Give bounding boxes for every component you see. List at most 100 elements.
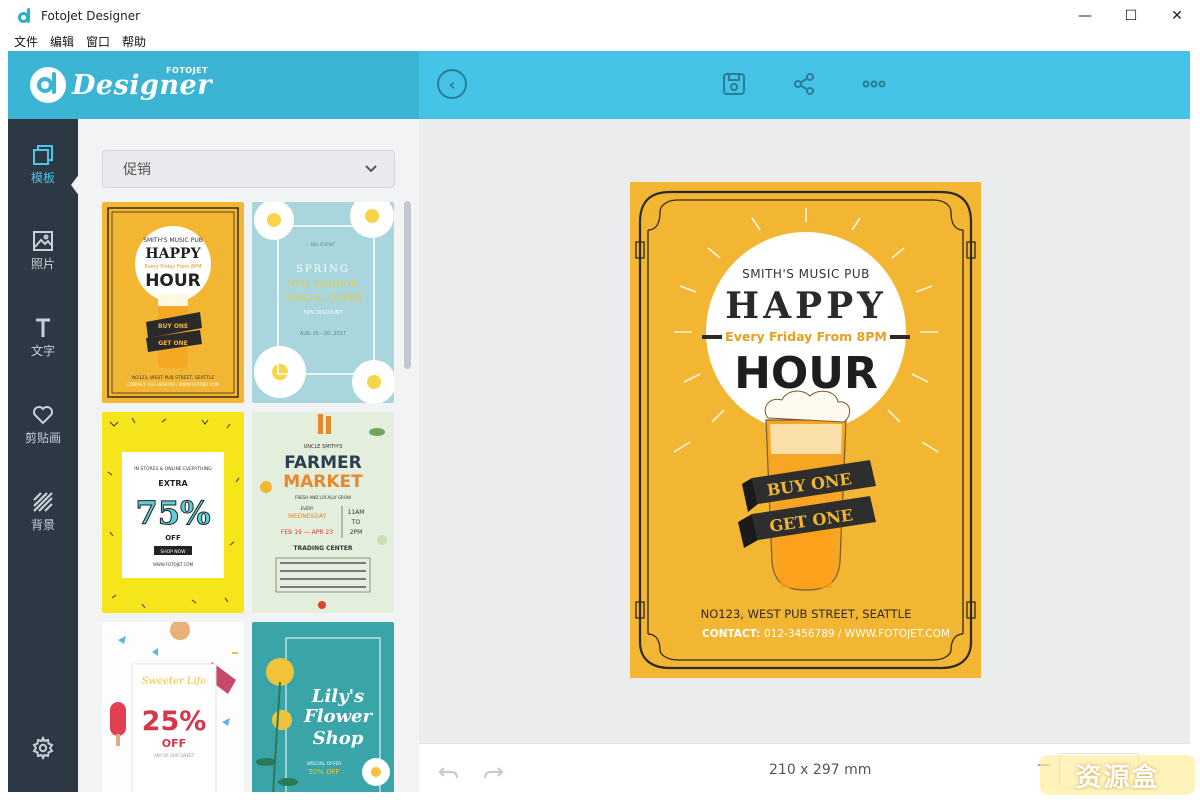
menu-file[interactable]: 文件 bbox=[14, 33, 38, 50]
template-thumb-extra-75[interactable]: IN STORES & ONLINE EVERYTHING EXTRA 75% … bbox=[102, 412, 244, 613]
menu-bar: 文件 编辑 窗口 帮助 bbox=[0, 32, 1200, 51]
template-thumb-farmer-market[interactable]: UNCLE SMITH'S FARMER MARKET FRESH AND LO… bbox=[252, 412, 394, 613]
thumb3-instore: IN STORES & ONLINE EVERYTHING bbox=[134, 466, 212, 472]
thumb3-extra: EXTRA bbox=[158, 479, 188, 488]
thumb2-offer: SPECIAL OFFER bbox=[284, 294, 362, 304]
background-icon bbox=[31, 490, 55, 514]
nav-photos[interactable]: 照片 bbox=[8, 229, 78, 289]
heart-icon bbox=[31, 403, 55, 427]
share-icon bbox=[794, 73, 814, 95]
thumb1-every: Every Friday From 8PM bbox=[144, 264, 201, 270]
thumb4-uncle: UNCLE SMITH'S bbox=[304, 444, 343, 450]
logo-badge-icon bbox=[30, 67, 66, 103]
thumb1-contact: CONTACT: 012-3456789 / WWW.FOTOJET.COM bbox=[127, 382, 220, 387]
nav-text-label: 文字 bbox=[30, 344, 55, 358]
app-logo-icon bbox=[17, 8, 33, 24]
thumb4-every: EVERY bbox=[301, 506, 314, 511]
poster-hour[interactable]: HOUR bbox=[734, 348, 878, 399]
photo-icon bbox=[31, 229, 55, 253]
template-icon bbox=[31, 143, 55, 167]
thumb4-trading: TRADING CENTER bbox=[294, 545, 353, 552]
menu-edit[interactable]: 编辑 bbox=[50, 33, 74, 50]
window-title: FotoJet Designer bbox=[41, 9, 141, 23]
thumb6-special: SPECIAL OFFER bbox=[307, 761, 342, 767]
template-thumb-lilys-flower[interactable]: Lily's Flower Shop SPECIAL OFFER 50% OFF bbox=[252, 622, 394, 792]
poster-every-friday[interactable]: Every Friday From 8PM bbox=[725, 329, 887, 344]
thumb3-url: WWW.FOTOJET.COM bbox=[153, 562, 194, 567]
share-button[interactable] bbox=[791, 71, 817, 97]
redo-button[interactable] bbox=[483, 760, 505, 782]
thumb4-dates: FEB 19 — APR 23 bbox=[281, 529, 333, 536]
thumb6-50off: 50% OFF bbox=[308, 768, 339, 776]
thumb4-farmer: FARMER bbox=[284, 453, 362, 473]
fotojet-logo: FOTOJET Designer bbox=[30, 65, 212, 103]
nav-photos-label: 照片 bbox=[30, 257, 55, 271]
thumb3-shop: SHOP NOW bbox=[160, 549, 186, 555]
thumb6-lilys: Lily's bbox=[311, 686, 364, 707]
minimize-button[interactable]: — bbox=[1062, 0, 1108, 32]
save-button[interactable] bbox=[721, 71, 747, 97]
undo-button[interactable] bbox=[437, 760, 459, 782]
brand-header: FOTOJET Designer bbox=[8, 51, 419, 119]
nav-background[interactable]: 背景 bbox=[8, 490, 78, 550]
thumb2-date: AUG 15 - 20, 2017 bbox=[300, 331, 346, 337]
thumb3-75: 75% bbox=[136, 494, 211, 532]
canvas-size: 210 x 297 mm bbox=[769, 762, 872, 778]
thumb4-11am: 11AM bbox=[348, 509, 365, 516]
poster-canvas[interactable]: SMITH'S MUSIC PUB HAPPY Every Friday Fro… bbox=[630, 182, 981, 678]
poster-pub-name[interactable]: SMITH'S MUSIC PUB bbox=[742, 267, 870, 281]
watermark-logo: 资源盒 bbox=[1040, 755, 1195, 795]
nav-clipart[interactable]: 剪贴画 bbox=[8, 403, 78, 463]
undo-icon bbox=[438, 767, 459, 779]
gear-icon bbox=[32, 735, 54, 761]
poster-happy[interactable]: HAPPY bbox=[725, 285, 887, 327]
thumb2-fashion: NEW FASHION bbox=[287, 280, 358, 290]
thumb5-any: ANY OF OUR SWEET bbox=[154, 753, 195, 758]
thumb4-wed: WEDNESDAY bbox=[288, 513, 327, 520]
text-icon bbox=[31, 316, 55, 340]
left-nav: 模板 照片 文字 剪贴画 背景 bbox=[8, 119, 80, 792]
logo-sup-text: FOTOJET bbox=[166, 65, 208, 75]
nav-templates[interactable]: 模板 bbox=[8, 143, 80, 203]
template-thumb-sweeter-life[interactable]: Sweeter Life 25% OFF ANY OF OUR SWEET bbox=[102, 622, 244, 792]
panel-scrollbar[interactable] bbox=[404, 201, 411, 369]
nav-background-label: 背景 bbox=[30, 518, 55, 532]
menu-help[interactable]: 帮助 bbox=[122, 33, 146, 50]
settings-button[interactable] bbox=[31, 735, 55, 761]
thumb5-sweeter: Sweeter Life bbox=[142, 676, 207, 687]
redo-icon bbox=[483, 767, 504, 779]
template-thumb-happy-hour[interactable]: SMITH'S MUSIC PUB HAPPY Every Friday Fro… bbox=[102, 202, 244, 403]
thumb4-2pm: 2PM bbox=[350, 529, 363, 536]
chevron-left-icon: ‹ bbox=[448, 74, 456, 94]
poster-address[interactable]: NO123, WEST PUB STREET, SEATTLE bbox=[701, 607, 912, 621]
thumb2-spring: SPRING bbox=[296, 264, 350, 275]
design-canvas-area: SMITH'S MUSIC PUB HAPPY Every Friday Fro… bbox=[419, 119, 1190, 743]
nav-text[interactable]: 文字 bbox=[8, 316, 78, 376]
thumb1-buy: BUY ONE bbox=[158, 323, 188, 330]
menu-window[interactable]: 窗口 bbox=[86, 33, 110, 50]
maximize-button[interactable]: ☐ bbox=[1108, 0, 1154, 32]
more-button[interactable] bbox=[861, 71, 887, 97]
more-icon bbox=[862, 80, 886, 88]
thumb1-happy: HAPPY bbox=[145, 246, 201, 262]
thumb1-pub: SMITH'S MUSIC PUB bbox=[143, 237, 203, 244]
nav-templates-label: 模板 bbox=[30, 171, 55, 185]
title-bar: FotoJet Designer — ☐ ✕ bbox=[0, 0, 1200, 32]
thumb5-25: 25% bbox=[142, 706, 207, 737]
thumb4-fresh: FRESH AND LOCALLY GROW bbox=[295, 495, 351, 500]
template-thumb-spring[interactable]: BIG EVENT SPRING NEW FASHION SPECIAL OFF… bbox=[252, 202, 394, 403]
poster-contact[interactable]: 012-3456789 / WWW.FOTOJET.COM bbox=[764, 628, 950, 640]
thumb6-shop: Shop bbox=[313, 728, 364, 749]
template-panel: 促销 SMITH'S MUSIC PUB HAPPY Every Friday … bbox=[78, 119, 419, 792]
category-select[interactable]: 促销 bbox=[102, 150, 395, 188]
close-button[interactable]: ✕ bbox=[1154, 0, 1200, 32]
chevron-down-icon bbox=[365, 165, 377, 173]
poster-contact-label[interactable]: CONTACT: bbox=[702, 628, 760, 640]
thumb3-off: OFF bbox=[165, 534, 181, 542]
nav-clipart-label: 剪贴画 bbox=[24, 431, 61, 445]
thumb4-to: TO bbox=[351, 519, 361, 526]
back-button[interactable]: ‹ bbox=[437, 69, 467, 99]
thumb1-hour: HOUR bbox=[145, 271, 201, 291]
category-value: 促销 bbox=[123, 162, 151, 178]
thumb2-event: BIG EVENT bbox=[311, 242, 335, 248]
